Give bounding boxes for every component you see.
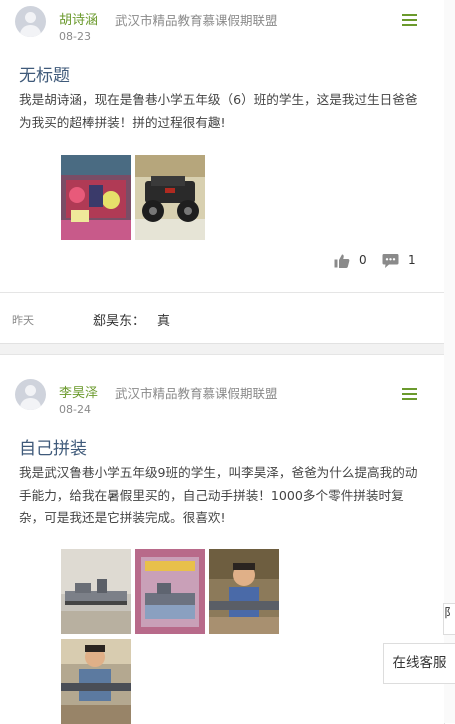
post-title: 自己拼装 [19, 439, 87, 459]
post-photo[interactable] [61, 155, 131, 240]
post-content: 我是胡诗涵，现在是鲁巷小学五年级（6）班的学生，这是我过生日爸爸为我买的超棒拼装… [19, 92, 418, 130]
hamburger-menu-icon[interactable] [402, 14, 417, 26]
like-count: 0 [359, 253, 367, 267]
avatar[interactable] [15, 6, 46, 37]
hamburger-menu-icon[interactable] [402, 388, 417, 400]
online-service-button[interactable]: 在线客服 [383, 643, 455, 684]
comment-time: 昨天 [12, 314, 34, 327]
comment-text: 真 [157, 314, 171, 329]
post-author[interactable]: 李昊泽 [59, 382, 98, 401]
avatar[interactable] [15, 379, 46, 410]
post-group[interactable]: 武汉市精品教育慕课假期联盟 [115, 383, 278, 402]
side-tab[interactable]: 阝 [443, 603, 455, 635]
post-photo[interactable] [61, 639, 131, 724]
post-photo[interactable] [61, 549, 131, 634]
speech-bubble-icon[interactable] [382, 253, 399, 269]
post-photo[interactable] [209, 549, 279, 634]
post-date: 08-23 [59, 30, 91, 43]
post-card: 李昊泽 武汉市精品教育慕课假期联盟 08-24 自己拼装 我是武汉鲁巷小学五年级… [0, 354, 445, 724]
post-content: 我是武汉鲁巷小学五年级9班的学生，叫李昊泽，爸爸为什么提高我的动手能力，给我在暑… [19, 465, 418, 525]
comment-item: 昨天 郄昊东： 真 [0, 292, 445, 344]
thumbs-up-icon[interactable] [334, 253, 350, 269]
post-photo[interactable] [135, 549, 205, 634]
post-feed: 胡诗涵 武汉市精品教育慕课假期联盟 08-23 无标题 我是胡诗涵，现在是鲁巷小… [0, 0, 445, 724]
post-group[interactable]: 武汉市精品教育慕课假期联盟 [115, 10, 278, 29]
post-photo[interactable] [135, 155, 205, 240]
post-date: 08-24 [59, 403, 91, 416]
post-card: 胡诗涵 武汉市精品教育慕课假期联盟 08-23 无标题 我是胡诗涵，现在是鲁巷小… [0, 0, 445, 292]
post-author[interactable]: 胡诗涵 [59, 9, 98, 28]
comment-author[interactable]: 郄昊东： [93, 310, 145, 329]
post-title: 无标题 [19, 66, 70, 86]
comment-count: 1 [408, 253, 416, 267]
